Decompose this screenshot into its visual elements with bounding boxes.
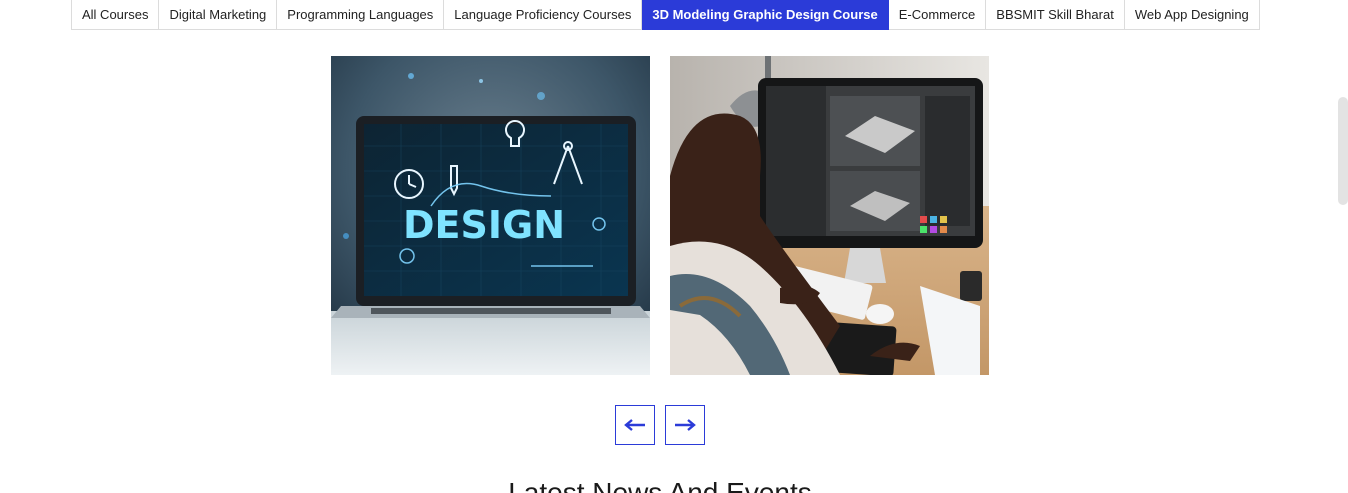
arrow-left-icon [624, 419, 645, 431]
tab-all-courses[interactable]: All Courses [72, 0, 160, 30]
course-image-design-laptop[interactable]: DESIGN [331, 56, 650, 375]
design-screen-text: DESIGN [403, 203, 565, 247]
tab-3d-modeling[interactable]: 3D Modeling Graphic Design Course [642, 0, 889, 30]
tab-digital-marketing[interactable]: Digital Marketing [159, 0, 278, 30]
3d-workstation-photo [670, 56, 989, 375]
design-laptop-illustration: DESIGN [331, 56, 650, 375]
latest-news-heading: Latest News And Events [508, 477, 812, 493]
tab-bbsmit-skill-bharat[interactable]: BBSMIT Skill Bharat [986, 0, 1125, 30]
course-category-tabs: All Courses Digital Marketing Programmin… [71, 0, 1260, 30]
page-scrollbar-thumb[interactable] [1338, 97, 1348, 205]
course-image-3d-modeling-workstation[interactable] [670, 56, 989, 375]
tab-language-proficiency[interactable]: Language Proficiency Courses [444, 0, 643, 30]
arrow-right-icon [675, 419, 696, 431]
tab-e-commerce[interactable]: E-Commerce [888, 0, 987, 30]
carousel-prev-button[interactable] [615, 405, 655, 445]
tab-web-app-designing[interactable]: Web App Designing [1124, 0, 1260, 30]
carousel-next-button[interactable] [665, 405, 705, 445]
tab-programming-languages[interactable]: Programming Languages [277, 0, 445, 30]
page: All Courses Digital Marketing Programmin… [0, 0, 1348, 493]
